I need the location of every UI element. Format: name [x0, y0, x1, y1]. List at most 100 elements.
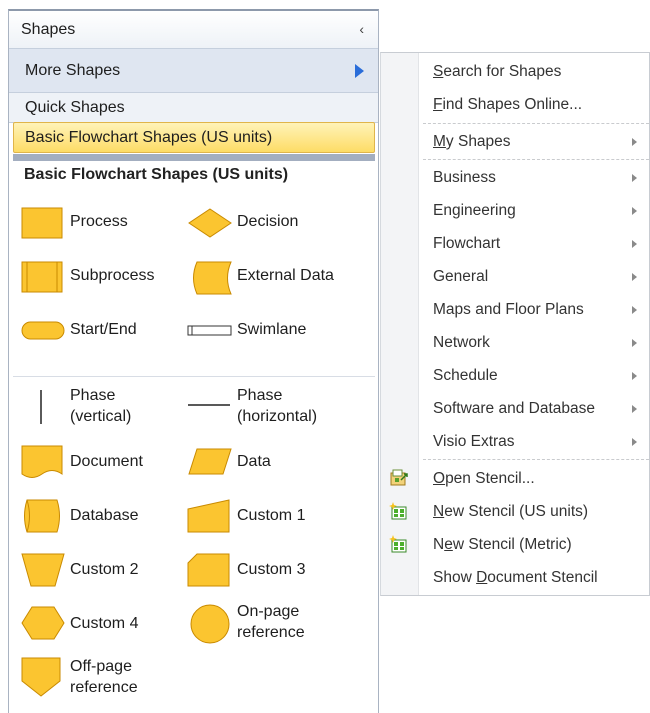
- shape-database[interactable]: Database: [21, 495, 191, 535]
- shape-label: Custom 3: [237, 561, 306, 578]
- menu-item-visio-extras[interactable]: Visio Extras: [381, 426, 649, 459]
- menu-item-label: Show Document Stencil: [433, 569, 598, 586]
- menu-item-label: Open Stencil...: [433, 470, 535, 487]
- menu-separator: [423, 459, 649, 460]
- menu-item-software-and-database[interactable]: Software and Database: [381, 393, 649, 426]
- custom-2-icon: [21, 553, 65, 587]
- menu-item-label: New Stencil (Metric): [433, 536, 572, 553]
- stencil-title: Basic Flowchart Shapes (US units): [24, 166, 289, 183]
- menu-item-general[interactable]: General: [381, 261, 649, 294]
- submenu-arrow-icon: [632, 306, 637, 314]
- menu-item-label: Maps and Floor Plans: [433, 301, 584, 318]
- shape-custom-4[interactable]: Custom 4: [21, 601, 191, 645]
- menu-item-label: Software and Database: [433, 400, 595, 417]
- more-shapes-label: More Shapes: [25, 61, 121, 79]
- custom-3-icon: [187, 553, 230, 587]
- menu-separator: [423, 123, 649, 124]
- shape-custom-3[interactable]: Custom 3: [187, 549, 357, 589]
- menu-item-search-for-shapes[interactable]: Search for Shapes: [381, 56, 649, 89]
- menu-item-label: General: [433, 268, 489, 285]
- shape-label: Swimlane: [237, 321, 307, 338]
- data-icon: [188, 448, 232, 475]
- shapes-panel: Shapes ‹ More Shapes Quick Shapes Basic …: [8, 9, 379, 713]
- shape-label: External Data: [237, 267, 334, 284]
- document-icon: [21, 445, 63, 478]
- menu-item-maps-and-floor-plans[interactable]: Maps and Floor Plans: [381, 294, 649, 327]
- shape-on-page-reference[interactable]: On-page reference: [187, 599, 367, 647]
- menu-item-show-document-stencil[interactable]: Show Document Stencil: [381, 562, 649, 595]
- menu-item-open-stencil[interactable]: Open Stencil...: [381, 463, 649, 496]
- custom-4-icon: [21, 606, 65, 640]
- menu-item-schedule[interactable]: Schedule: [381, 360, 649, 393]
- stencil-tab-basic-flowchart[interactable]: Basic Flowchart Shapes (US units): [13, 122, 375, 153]
- start-end-icon: [21, 321, 65, 340]
- menu-item-my-shapes[interactable]: My Shapes: [381, 126, 649, 159]
- menu-item-engineering[interactable]: Engineering: [381, 195, 649, 228]
- menu-item-label: Flowchart: [433, 235, 501, 252]
- shape-label: Process: [70, 213, 128, 230]
- collapse-panel-icon[interactable]: ‹: [359, 21, 364, 37]
- menu-item-new-stencil-us[interactable]: New Stencil (US units): [381, 496, 649, 529]
- shapes-panel-header: Shapes ‹: [9, 11, 378, 48]
- shape-custom-2[interactable]: Custom 2: [21, 549, 191, 589]
- menu-item-new-stencil-metric[interactable]: New Stencil (Metric): [381, 529, 649, 562]
- shape-label: Decision: [237, 213, 299, 230]
- shape-swimlane[interactable]: Swimlane: [187, 311, 357, 351]
- menu-item-business[interactable]: Business: [381, 162, 649, 195]
- shape-data[interactable]: Data: [187, 441, 357, 481]
- submenu-arrow-icon: [632, 207, 637, 215]
- shape-document[interactable]: Document: [21, 441, 191, 481]
- shape-label: Phase (horizontal): [237, 387, 318, 425]
- submenu-arrow-icon: [632, 174, 637, 182]
- new-stencil-icon: [389, 502, 407, 520]
- shape-label: Subprocess: [70, 267, 155, 284]
- shape-label: Phase (vertical): [70, 387, 132, 425]
- shape-label: Document: [70, 453, 143, 470]
- shape-start-end[interactable]: Start/End: [21, 311, 191, 351]
- custom-1-icon: [187, 499, 230, 533]
- shape-label: Data: [237, 453, 271, 470]
- menu-item-label: Engineering: [433, 202, 516, 219]
- menu-separator: [423, 159, 649, 160]
- shape-subprocess[interactable]: Subprocess: [21, 257, 191, 297]
- phase-horizontal-icon: [188, 404, 230, 406]
- shape-off-page-reference[interactable]: Off-page reference: [21, 653, 191, 701]
- more-shapes-menu: Search for Shapes Find Shapes Online... …: [380, 52, 650, 596]
- menu-item-label: Visio Extras: [433, 433, 515, 450]
- open-stencil-icon: [390, 469, 408, 486]
- menu-item-label: New Stencil (US units): [433, 503, 589, 520]
- shape-label: Off-page reference: [70, 658, 138, 696]
- shape-label: Custom 1: [237, 507, 306, 524]
- menu-item-label: Search for Shapes: [433, 63, 562, 80]
- shape-label: Custom 2: [70, 561, 139, 578]
- menu-item-flowchart[interactable]: Flowchart: [381, 228, 649, 261]
- shape-phase-vertical[interactable]: Phase (vertical): [21, 383, 191, 429]
- submenu-arrow-icon: [632, 240, 637, 248]
- off-page-reference-icon: [21, 657, 61, 697]
- shape-external-data[interactable]: External Data: [187, 257, 367, 297]
- shape-label: On-page reference: [237, 603, 305, 641]
- phase-vertical-icon: [40, 390, 42, 424]
- shape-decision[interactable]: Decision: [187, 203, 357, 243]
- menu-item-label: Schedule: [433, 367, 498, 384]
- quick-shapes-item[interactable]: Quick Shapes: [9, 93, 378, 123]
- more-shapes-button[interactable]: More Shapes: [9, 48, 378, 93]
- on-page-reference-icon: [190, 604, 230, 644]
- shape-label: Database: [70, 507, 139, 524]
- external-data-icon: [193, 261, 232, 295]
- menu-item-network[interactable]: Network: [381, 327, 649, 360]
- shape-phase-horizontal[interactable]: Phase (horizontal): [187, 383, 367, 429]
- decision-icon: [188, 208, 232, 238]
- stencil-splitter[interactable]: [13, 154, 375, 161]
- shape-process[interactable]: Process: [21, 203, 191, 243]
- shape-custom-1[interactable]: Custom 1: [187, 495, 357, 535]
- new-stencil-icon: [389, 535, 407, 553]
- submenu-arrow-icon: [632, 339, 637, 347]
- submenu-arrow-icon: [632, 273, 637, 281]
- submenu-arrow-icon: [632, 372, 637, 380]
- subprocess-icon: [21, 261, 63, 293]
- quick-shapes-label: Quick Shapes: [25, 98, 125, 116]
- shape-label: Start/End: [70, 321, 137, 338]
- menu-item-find-shapes-online[interactable]: Find Shapes Online...: [381, 89, 649, 122]
- swimlane-icon: [187, 325, 232, 336]
